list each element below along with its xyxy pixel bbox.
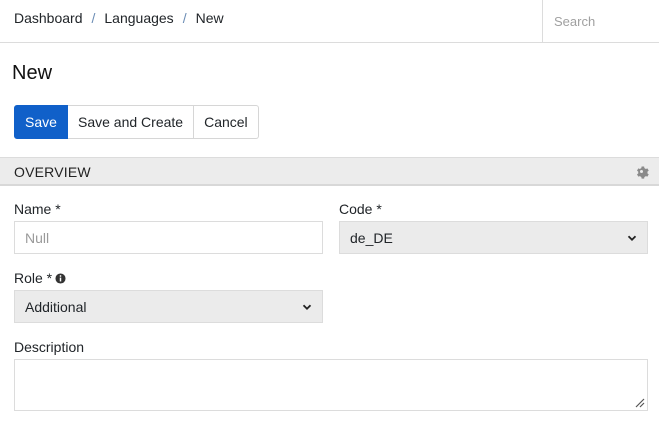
breadcrumb-separator: / xyxy=(182,10,187,26)
search-box xyxy=(542,0,659,42)
page-title: New xyxy=(12,62,53,84)
role-label-text: Role * xyxy=(14,270,53,286)
chevron-down-icon xyxy=(302,304,312,310)
code-label: Code * xyxy=(339,201,382,217)
code-select[interactable]: de_DE xyxy=(339,221,648,254)
breadcrumb-item-dashboard[interactable]: Dashboard xyxy=(14,10,83,26)
save-and-create-button[interactable]: Save and Create xyxy=(68,105,195,139)
breadcrumb-separator: / xyxy=(91,10,96,26)
breadcrumb: Dashboard / Languages / New xyxy=(14,10,224,26)
top-bar: Dashboard / Languages / New xyxy=(0,0,659,43)
role-label: Role * xyxy=(14,270,66,286)
breadcrumb-item-current: New xyxy=(195,10,224,26)
cancel-button[interactable]: Cancel xyxy=(194,105,259,139)
save-button[interactable]: Save xyxy=(14,105,68,139)
code-select-value: de_DE xyxy=(350,229,393,246)
breadcrumb-item-languages[interactable]: Languages xyxy=(104,10,173,26)
chevron-down-icon xyxy=(627,235,637,241)
section-title: OVERVIEW xyxy=(14,164,91,180)
name-input[interactable] xyxy=(14,221,323,254)
role-select[interactable]: Additional xyxy=(14,290,323,323)
role-select-value: Additional xyxy=(25,298,87,315)
info-icon[interactable] xyxy=(55,273,66,284)
description-label: Description xyxy=(14,339,85,355)
description-textarea[interactable] xyxy=(14,359,648,411)
search-input[interactable] xyxy=(543,0,659,42)
overview-section-header: OVERVIEW xyxy=(0,157,659,186)
name-label: Name * xyxy=(14,201,61,217)
gear-icon[interactable] xyxy=(634,164,649,179)
form-actions: Save Save and Create Cancel xyxy=(14,105,259,139)
